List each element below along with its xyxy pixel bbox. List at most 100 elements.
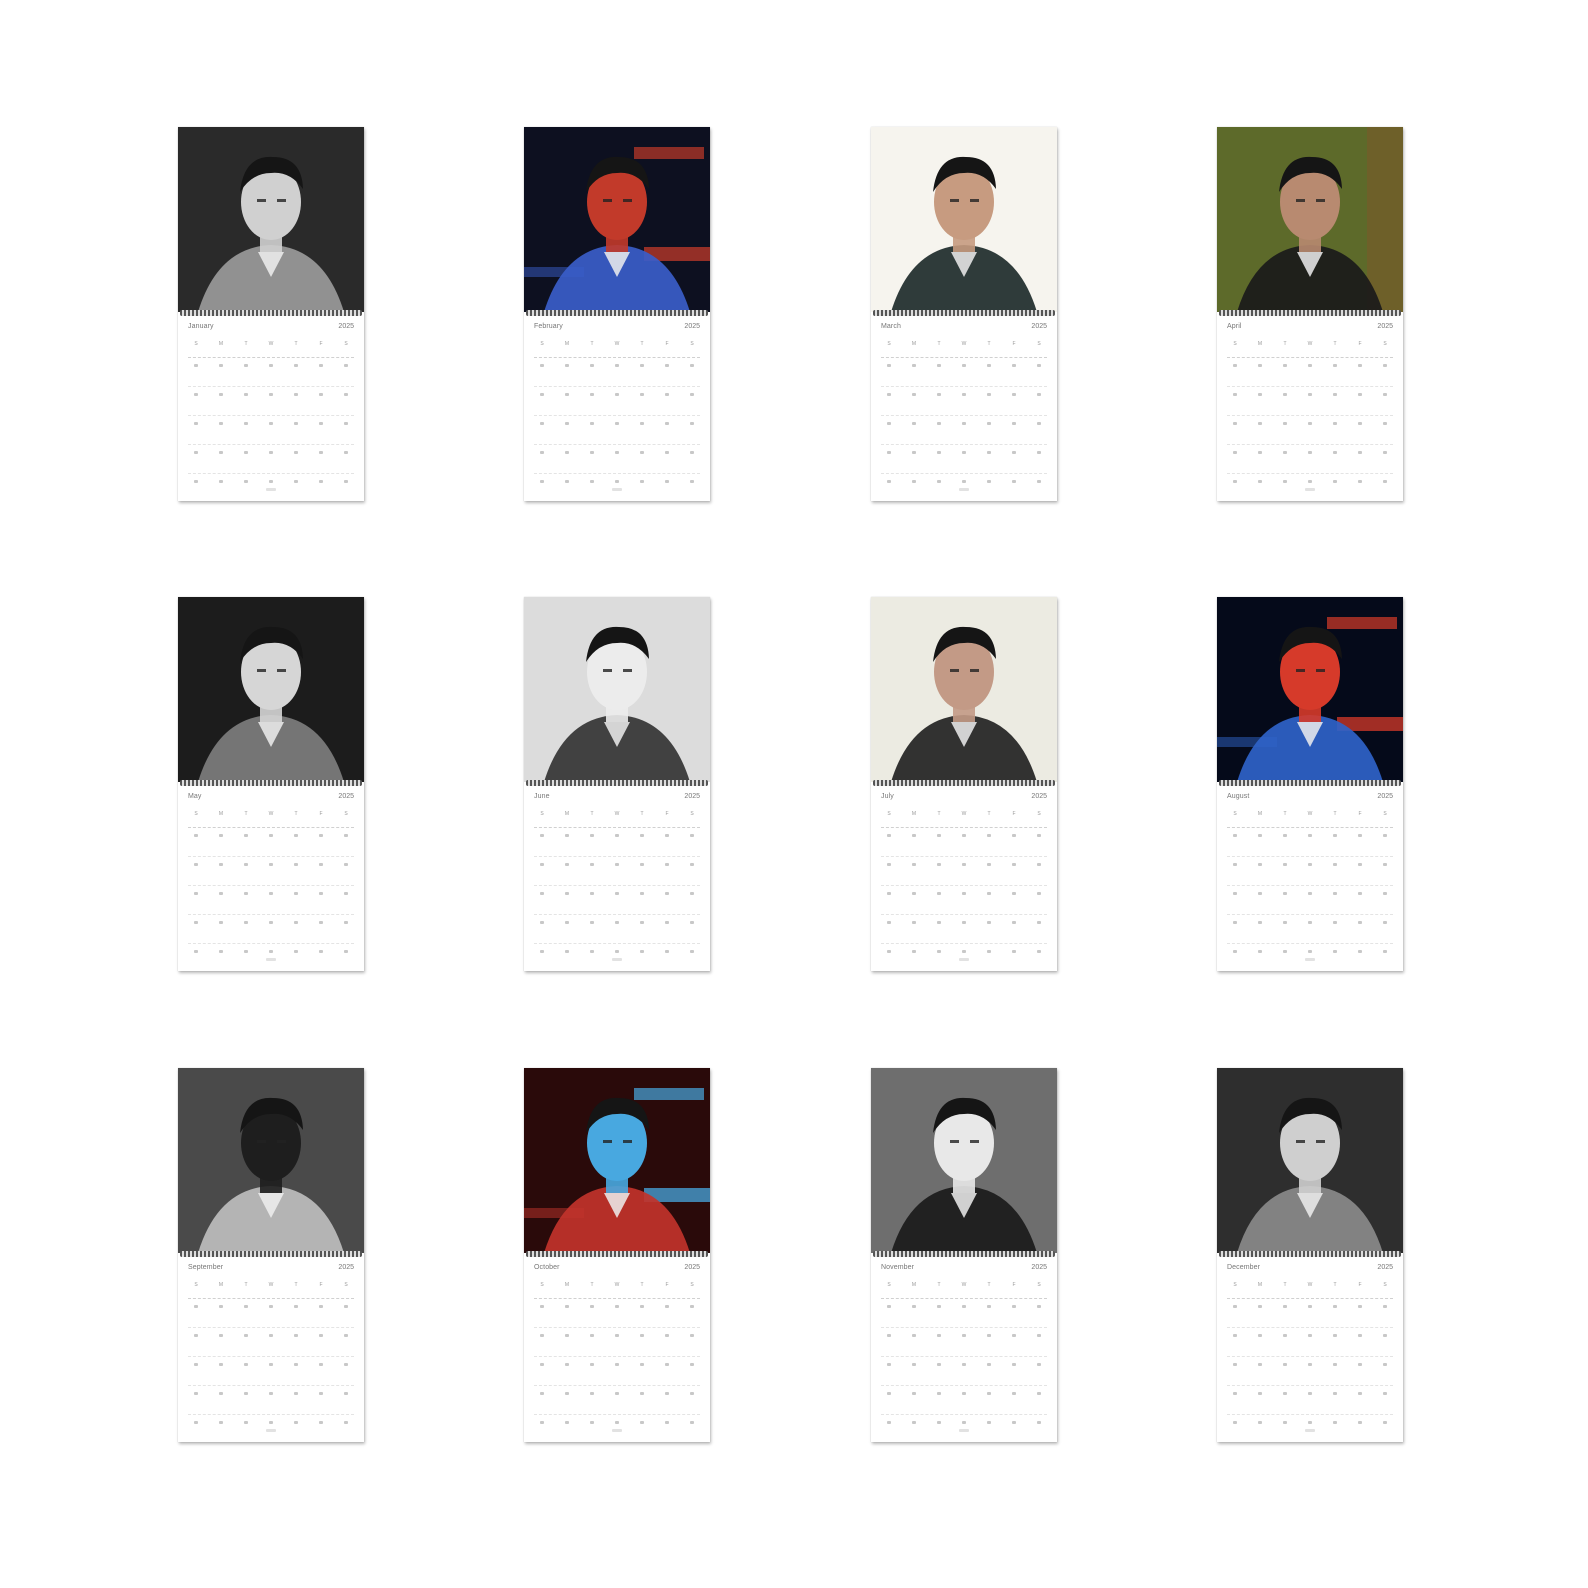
day-cell — [1377, 1363, 1393, 1367]
day-cell — [659, 834, 675, 838]
day-cell — [956, 364, 972, 368]
day-cell — [609, 1421, 625, 1425]
day-cell — [238, 364, 254, 368]
calendar-page: February 2025 S M T W T F S — [524, 127, 710, 501]
day-cell — [338, 1392, 354, 1396]
day-cell — [1227, 451, 1243, 455]
day-cell — [559, 892, 575, 896]
day-cell — [1252, 393, 1268, 397]
day-cell — [1006, 921, 1022, 925]
day-cell — [906, 1334, 922, 1338]
date-grid — [534, 357, 700, 502]
week-row — [188, 1356, 354, 1385]
day-cell — [1302, 364, 1318, 368]
day-cell — [288, 480, 304, 484]
day-cell — [684, 892, 700, 896]
day-cell — [1227, 364, 1243, 368]
weekday-row: SMTWTFS — [1227, 341, 1393, 349]
day-cell — [1302, 892, 1318, 896]
day-cell — [881, 1305, 897, 1309]
day-cell — [559, 1392, 575, 1396]
month-header: July 2025 — [881, 793, 1047, 803]
weekday-label: M — [218, 811, 224, 817]
day-cell — [981, 1334, 997, 1338]
day-cell — [238, 1392, 254, 1396]
day-cell — [684, 480, 700, 484]
week-row — [534, 914, 700, 943]
week-row — [188, 914, 354, 943]
day-cell — [981, 950, 997, 954]
day-cell — [684, 393, 700, 397]
day-cell — [584, 892, 600, 896]
day-cell — [956, 1334, 972, 1338]
day-cell — [881, 921, 897, 925]
week-row — [534, 386, 700, 415]
weekday-label: T — [640, 341, 644, 347]
week-row — [188, 386, 354, 415]
weekday-label: S — [1233, 811, 1237, 817]
day-cell — [634, 1363, 650, 1367]
day-cell — [956, 834, 972, 838]
day-cell — [634, 892, 650, 896]
weekday-label: T — [294, 1282, 298, 1288]
day-cell — [1227, 480, 1243, 484]
day-cell — [1006, 422, 1022, 426]
weekday-row: SMTWTFS — [188, 341, 354, 349]
day-cell — [1352, 863, 1368, 867]
portrait-photo — [178, 1068, 364, 1253]
day-cell — [659, 422, 675, 426]
year-label: 2025 — [1377, 1264, 1393, 1271]
day-cell — [931, 1305, 947, 1309]
day-cell — [1031, 1392, 1047, 1396]
day-cell — [659, 1421, 675, 1425]
day-cell — [1252, 1305, 1268, 1309]
weekday-label: T — [1283, 1282, 1287, 1288]
day-cell — [1302, 1421, 1318, 1425]
month-name: June — [534, 793, 550, 800]
day-cell — [263, 834, 279, 838]
day-cell — [288, 834, 304, 838]
day-cell — [1377, 451, 1393, 455]
day-cell — [263, 422, 279, 426]
week-row — [188, 856, 354, 885]
weekday-label: W — [268, 341, 274, 347]
day-cell — [609, 921, 625, 925]
day-cell — [1006, 834, 1022, 838]
day-cell — [981, 364, 997, 368]
portrait-photo — [524, 597, 710, 782]
day-cell — [288, 422, 304, 426]
week-row — [881, 827, 1047, 856]
portrait-photo — [524, 1068, 710, 1253]
day-cell — [313, 364, 329, 368]
day-cell — [534, 863, 550, 867]
week-row — [1227, 1298, 1393, 1327]
weekday-label: W — [614, 1282, 620, 1288]
day-cell — [684, 1363, 700, 1367]
day-cell — [1227, 892, 1243, 896]
weekday-label: S — [344, 341, 348, 347]
weekday-label: M — [218, 1282, 224, 1288]
day-cell — [188, 892, 204, 896]
day-cell — [1352, 1363, 1368, 1367]
day-cell — [288, 863, 304, 867]
day-cell — [684, 1392, 700, 1396]
week-row — [1227, 415, 1393, 444]
week-row — [534, 444, 700, 473]
weekday-label: T — [640, 811, 644, 817]
weekday-label: S — [690, 341, 694, 347]
week-row — [534, 827, 700, 856]
portrait-photo — [178, 127, 364, 312]
day-cell — [931, 422, 947, 426]
day-cell — [931, 480, 947, 484]
week-row — [188, 444, 354, 473]
weekday-label: W — [268, 811, 274, 817]
weekday-label: S — [194, 341, 198, 347]
day-cell — [238, 1305, 254, 1309]
day-cell — [956, 892, 972, 896]
calendar-page: November 2025 S M T W T F S — [871, 1068, 1057, 1442]
day-cell — [238, 1363, 254, 1367]
day-cell — [188, 921, 204, 925]
day-cell — [288, 1305, 304, 1309]
weekday-label: M — [1257, 811, 1263, 817]
weekday-label: F — [319, 341, 323, 347]
